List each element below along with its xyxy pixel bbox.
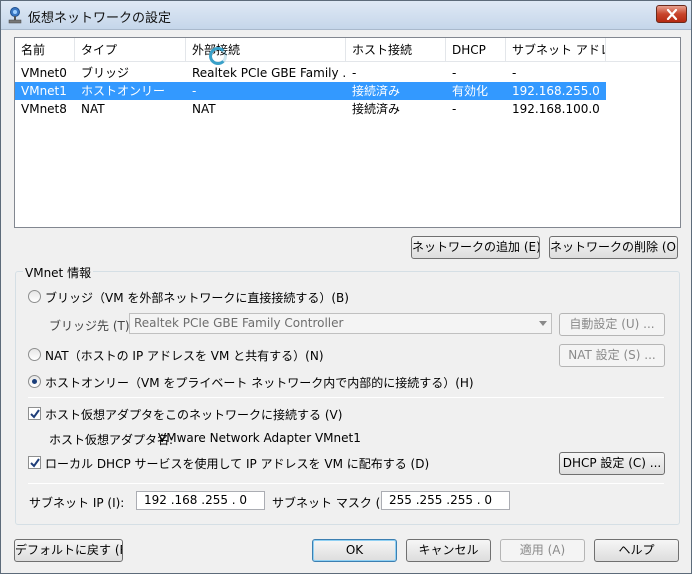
add-network-button[interactable]: ネットワークの追加 (E)... bbox=[411, 236, 540, 259]
auto-settings-button[interactable]: 自動設定 (U) ... bbox=[559, 313, 665, 336]
adapter-name-value: VMware Network Adapter VMnet1 bbox=[158, 431, 361, 445]
table-row[interactable]: VMnet8 NAT NAT 接続済み - 192.168.100.0 bbox=[15, 100, 606, 118]
list-header: 名前 タイプ 外部接続 ホスト接続 DHCP サブネット アドレス bbox=[15, 38, 680, 62]
vmnet-info-label: VMnet 情報 bbox=[23, 264, 94, 281]
dialog-window: 仮想ネットワークの設定 名前 タイプ 外部接続 ホスト接続 DHCP サブネット… bbox=[0, 0, 692, 574]
restore-defaults-button[interactable]: デフォルトに戻す (R) bbox=[14, 539, 123, 562]
subnet-mask-input[interactable]: 255 .255 .255 . 0 bbox=[381, 491, 510, 510]
cell-dhcp: - bbox=[452, 66, 457, 80]
cell-name: VMnet0 bbox=[21, 66, 67, 80]
network-icon bbox=[6, 6, 24, 24]
cell-dhcp: - bbox=[452, 102, 457, 116]
close-button[interactable] bbox=[656, 5, 687, 23]
dhcp-checkbox[interactable] bbox=[28, 456, 41, 469]
cell-type: ブリッジ bbox=[81, 66, 130, 80]
checkmark-icon bbox=[30, 458, 40, 468]
column-header-subnet[interactable]: サブネット アドレス bbox=[506, 38, 606, 62]
cell-name: VMnet8 bbox=[21, 102, 67, 116]
ok-button[interactable]: OK bbox=[312, 539, 397, 562]
column-header-host[interactable]: ホスト接続 bbox=[346, 38, 446, 62]
nat-settings-button[interactable]: NAT 設定 (S) ... bbox=[559, 344, 665, 367]
cell-type: NAT bbox=[81, 102, 105, 116]
window-title: 仮想ネットワークの設定 bbox=[28, 11, 172, 26]
nat-radio-label[interactable]: NAT（ホストの IP アドレスを VM と共有する）(N) bbox=[45, 347, 324, 364]
cell-host: 接続済み bbox=[352, 102, 401, 116]
dhcp-label[interactable]: ローカル DHCP サービスを使用して IP アドレスを VM に配布する (D… bbox=[45, 455, 429, 472]
cell-subnet: - bbox=[512, 66, 517, 80]
checkmark-icon bbox=[30, 409, 40, 419]
cell-dhcp: 有効化 bbox=[452, 84, 489, 98]
cell-subnet: 192.168.255.0 bbox=[512, 84, 600, 98]
bridge-to-select[interactable]: Realtek PCIe GBE Family Controller bbox=[129, 313, 552, 334]
cell-host: - bbox=[352, 66, 357, 80]
chevron-down-icon bbox=[539, 321, 547, 326]
busy-cursor-icon bbox=[209, 47, 227, 65]
table-row[interactable]: VMnet0 ブリッジ Realtek PCIe GBE Family ... … bbox=[15, 64, 606, 82]
cell-host: 接続済み bbox=[352, 84, 401, 98]
column-header-name[interactable]: 名前 bbox=[15, 38, 75, 62]
cell-name: VMnet1 bbox=[21, 84, 67, 98]
cell-external: - bbox=[192, 84, 197, 98]
remove-network-button[interactable]: ネットワークの削除 (O) bbox=[549, 236, 678, 259]
cell-type: ホストオンリー bbox=[81, 84, 166, 98]
divider bbox=[28, 483, 664, 484]
host-only-radio-label[interactable]: ホストオンリー（VM をプライベート ネットワーク内で内部的に接続する）(H) bbox=[45, 374, 474, 391]
column-header-type[interactable]: タイプ bbox=[75, 38, 186, 62]
cell-external: Realtek PCIe GBE Family ... bbox=[192, 66, 346, 80]
close-icon bbox=[666, 9, 678, 20]
cell-subnet: 192.168.100.0 bbox=[512, 102, 600, 116]
connect-adapter-checkbox[interactable] bbox=[28, 407, 41, 420]
subnet-ip-label: サブネット IP (I): bbox=[29, 496, 125, 510]
bridge-radio[interactable] bbox=[28, 290, 41, 303]
cancel-button[interactable]: キャンセル bbox=[406, 539, 491, 562]
nat-radio[interactable] bbox=[28, 348, 41, 361]
subnet-ip-input[interactable]: 192 .168 .255 . 0 bbox=[136, 491, 265, 510]
vmnet-info-group bbox=[15, 271, 680, 525]
adapter-name-label: ホスト仮想アダプタ名: bbox=[49, 433, 174, 447]
bridge-radio-label[interactable]: ブリッジ（VM を外部ネットワークに直接接続する）(B) bbox=[45, 289, 349, 306]
network-list[interactable]: 名前 タイプ 外部接続 ホスト接続 DHCP サブネット アドレス VMnet0… bbox=[14, 37, 681, 228]
cell-external: NAT bbox=[192, 102, 216, 116]
table-row-selected[interactable]: VMnet1 ホストオンリー - 接続済み 有効化 192.168.255.0 bbox=[15, 82, 606, 100]
dhcp-settings-button[interactable]: DHCP 設定 (C) ... bbox=[559, 452, 665, 475]
bridge-to-value: Realtek PCIe GBE Family Controller bbox=[134, 316, 344, 330]
host-only-radio[interactable] bbox=[28, 375, 41, 388]
bridge-to-label: ブリッジ先 (T): bbox=[49, 319, 134, 333]
column-header-dhcp[interactable]: DHCP bbox=[446, 38, 506, 62]
apply-button[interactable]: 適用 (A) bbox=[500, 539, 585, 562]
help-button[interactable]: ヘルプ bbox=[594, 539, 679, 562]
connect-adapter-label[interactable]: ホスト仮想アダプタをこのネットワークに接続する (V) bbox=[45, 406, 342, 423]
divider bbox=[28, 397, 664, 398]
title-bar[interactable]: 仮想ネットワークの設定 bbox=[1, 1, 691, 30]
